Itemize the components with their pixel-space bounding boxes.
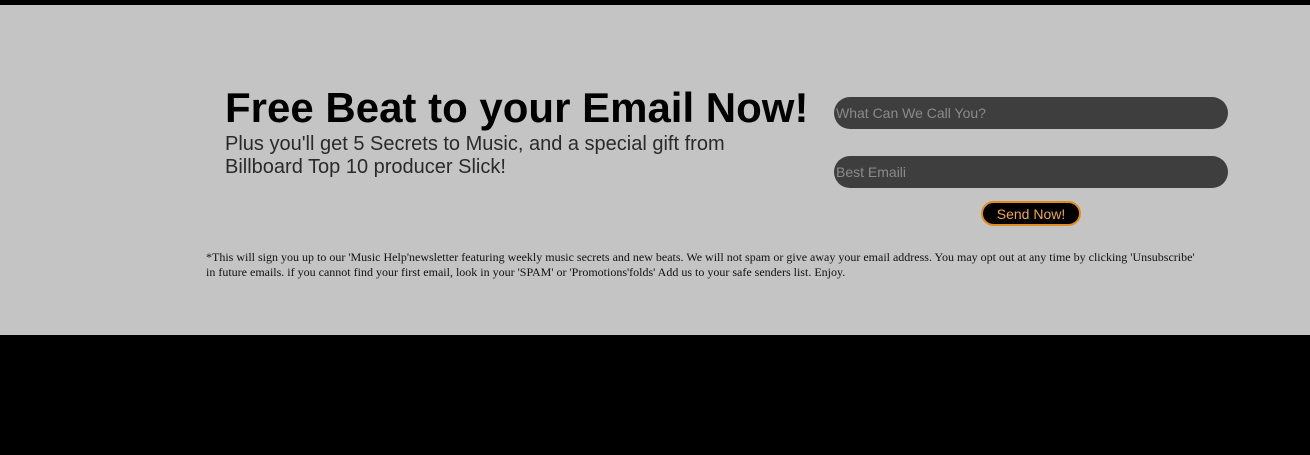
signup-subheadline: Plus you'll get 5 Secrets to Music, and … xyxy=(225,133,725,178)
name-input[interactable] xyxy=(834,97,1228,129)
email-input[interactable] xyxy=(834,156,1228,188)
newsletter-signup-panel: Free Beat to your Email Now! Plus you'll… xyxy=(0,5,1310,335)
signup-headline: Free Beat to your Email Now! xyxy=(225,84,809,131)
send-now-button[interactable]: Send Now! xyxy=(981,201,1081,226)
newsletter-disclaimer: *This will sign you up to our 'Music Hel… xyxy=(206,250,1195,279)
footer-area xyxy=(0,335,1310,455)
